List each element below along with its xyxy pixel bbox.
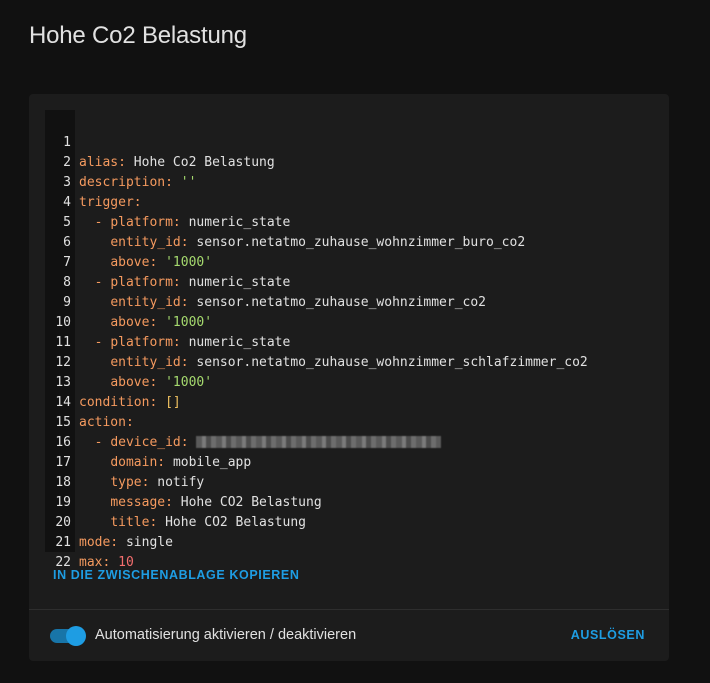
yaml-value: '1000' <box>165 315 213 330</box>
automation-enable-toggle[interactable] <box>50 626 86 646</box>
automation-toggle-label: Automatisierung aktivieren / deaktiviere… <box>95 627 357 643</box>
yaml-key: entity_id: <box>110 355 189 370</box>
yaml-key: device_id: <box>110 435 189 450</box>
code-line: 20 mode: single <box>45 493 173 550</box>
yaml-key: platform: <box>110 215 181 230</box>
code-line: 14 action: <box>45 373 133 430</box>
yaml-value: Hohe Co2 Belastung <box>133 155 275 170</box>
code-line: 2 description: '' <box>45 133 196 190</box>
code-line: 3 trigger: <box>45 153 141 210</box>
code-line: 9 above: '1000' <box>45 273 212 330</box>
toggle-knob <box>66 626 86 646</box>
yaml-key: above: <box>110 375 158 390</box>
code-line: 7 - platform: numeric_state <box>45 233 290 290</box>
code-line: 4 - platform: numeric_state <box>45 173 290 230</box>
yaml-value: sensor.netatmo_zuhause_wohnzimmer_co2 <box>196 295 487 310</box>
code-line: 18 message: Hohe CO2 Belastung <box>45 453 321 510</box>
yaml-value: [] <box>165 395 181 410</box>
yaml-value: numeric_state <box>188 275 291 290</box>
card-divider <box>29 609 669 610</box>
code-line: 16 domain: mobile_app <box>45 413 251 470</box>
yaml-value: notify <box>157 475 205 490</box>
yaml-dash: - <box>94 215 103 230</box>
code-line: 5 entity_id: sensor.netatmo_zuhause_wohn… <box>45 193 525 250</box>
yaml-value: mobile_app <box>172 455 252 470</box>
yaml-value: Hohe CO2 Belastung <box>165 515 306 530</box>
code-line: 1 alias: Hohe Co2 Belastung <box>45 113 275 170</box>
yaml-key: platform: <box>110 275 181 290</box>
yaml-value: sensor.netatmo_zuhause_wohnzimmer_buro_c… <box>196 235 526 250</box>
yaml-dash: - <box>94 335 103 350</box>
trigger-button[interactable]: AUSLÖSEN <box>571 628 645 642</box>
yaml-key: above: <box>110 315 158 330</box>
code-line: 19 title: Hohe CO2 Belastung <box>45 473 306 530</box>
yaml-value: single <box>125 535 173 550</box>
yaml-key: entity_id: <box>110 295 189 310</box>
code-line: 6 above: '1000' <box>45 213 212 270</box>
yaml-key: type: <box>110 475 150 490</box>
yaml-value: numeric_state <box>188 335 291 350</box>
yaml-key: description: <box>79 175 173 190</box>
redacted-device-id <box>196 435 442 448</box>
yaml-value: '1000' <box>165 255 213 270</box>
yaml-key: entity_id: <box>110 235 189 250</box>
code-line: 15 - device_id: <box>45 393 442 450</box>
yaml-value: '' <box>180 175 197 190</box>
yaml-editor[interactable]: 1 alias: Hohe Co2 Belastung 2 descriptio… <box>45 110 653 570</box>
yaml-value: sensor.netatmo_zuhause_wohnzimmer_schlaf… <box>196 355 588 370</box>
yaml-key: message: <box>110 495 173 510</box>
yaml-key: title: <box>110 515 158 530</box>
yaml-dash: - <box>94 275 103 290</box>
yaml-value: Hohe CO2 Belastung <box>180 495 322 510</box>
code-line: 10 - platform: numeric_state <box>45 293 290 350</box>
code-line: 21 max: 10 <box>45 513 133 570</box>
yaml-key: platform: <box>110 335 181 350</box>
yaml-key: above: <box>110 255 158 270</box>
copy-to-clipboard-button[interactable]: IN DIE ZWISCHENABLAGE KOPIEREN <box>53 568 300 582</box>
yaml-key: domain: <box>110 455 166 470</box>
code-line: 12 above: '1000' <box>45 333 212 390</box>
code-line: 13 condition: [] <box>45 353 180 410</box>
yaml-value: '1000' <box>165 375 213 390</box>
code-line: 11 entity_id: sensor.netatmo_zuhause_woh… <box>45 313 587 370</box>
yaml-dash: - <box>94 435 103 450</box>
code-line: 22 <box>45 533 92 570</box>
code-line: 8 entity_id: sensor.netatmo_zuhause_wohn… <box>45 253 486 310</box>
automation-card: 1 alias: Hohe Co2 Belastung 2 descriptio… <box>29 94 669 661</box>
page-title: Hohe Co2 Belastung <box>29 22 247 49</box>
yaml-value: numeric_state <box>188 215 291 230</box>
code-line: 17 type: notify <box>45 433 204 490</box>
